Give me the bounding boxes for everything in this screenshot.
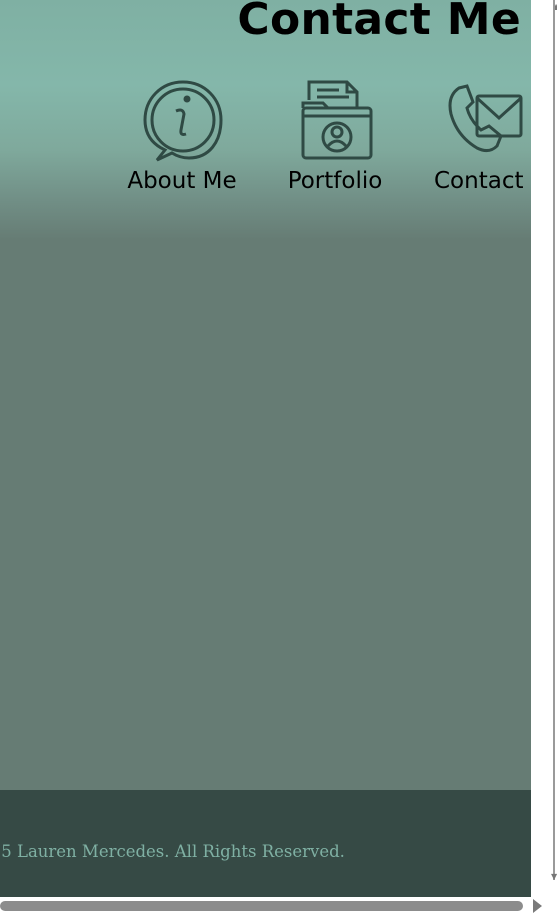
nav-contact[interactable]: Contact xyxy=(430,78,530,194)
vertical-scrollbar-track[interactable] xyxy=(553,0,555,880)
hero-header: Contact Me About Me Portfolio Contact xyxy=(0,0,531,250)
portfolio-folder-icon xyxy=(282,78,388,162)
info-bubble-icon xyxy=(124,78,240,162)
nav-about-me[interactable]: About Me xyxy=(124,78,240,194)
nav-about-me-label: About Me xyxy=(127,168,237,194)
site-footer: © 2025 Lauren Mercedes. All Rights Reser… xyxy=(0,790,531,897)
page-viewport: Contact Me About Me Portfolio Contact 5 … xyxy=(0,0,531,897)
page-title: Contact Me xyxy=(237,0,521,45)
vertical-scrollbar[interactable]: ▲ ▼ xyxy=(531,0,557,897)
scroll-right-arrow-icon[interactable] xyxy=(533,899,542,913)
scroll-down-arrow-icon[interactable]: ▼ xyxy=(551,872,557,881)
horizontal-scrollbar-thumb[interactable] xyxy=(0,901,523,911)
phone-mail-icon xyxy=(430,78,530,162)
horizontal-scrollbar[interactable] xyxy=(0,897,557,915)
footer-copyright: © 2025 Lauren Mercedes. All Rights Reser… xyxy=(0,842,345,861)
nav-portfolio[interactable]: Portfolio xyxy=(282,78,388,194)
nav-contact-label: Contact xyxy=(434,168,524,194)
nav-portfolio-label: Portfolio xyxy=(287,168,383,194)
